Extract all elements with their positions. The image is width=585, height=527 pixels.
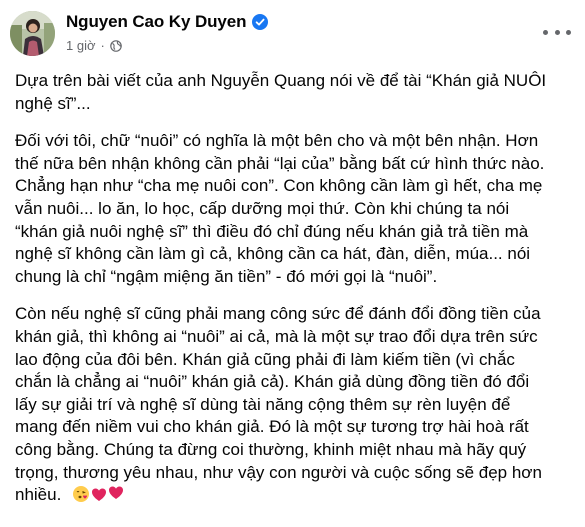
emoji-group [61,485,123,504]
avatar[interactable] [10,11,55,56]
more-dot [543,29,548,35]
avatar-photo-icon [10,11,55,56]
author-name[interactable]: Nguyen Cao Ky Duyen [66,12,247,32]
post-paragraph-text: Còn nếu nghệ sĩ cũng phải mang công sức … [15,304,542,505]
post-timestamp[interactable]: 1 giờ [66,38,96,53]
more-options-icon[interactable] [543,22,571,42]
more-dot [554,29,560,35]
face-blowing-kiss-emoji [72,486,89,503]
public-audience-icon[interactable] [110,39,122,52]
heart-emoji [108,486,123,500]
heart-emoji [91,488,106,502]
post-paragraph: Dựa trên bài viết của anh Nguyễn Quang n… [15,71,547,113]
post-paragraph: Đối với tôi, chữ “nuôi” có nghĩa là một … [15,131,545,286]
more-dot [566,29,571,35]
post-paragraph: Còn nếu nghệ sĩ cũng phải mang công sức … [15,303,575,506]
post-header: Nguyen Cao Ky Duyen 1 giờ · [0,0,585,66]
post-text: Dựa trên bài viết của anh Nguyễn Quang n… [15,70,575,522]
verified-badge-icon [252,14,269,30]
meta-separator: · [100,38,105,53]
